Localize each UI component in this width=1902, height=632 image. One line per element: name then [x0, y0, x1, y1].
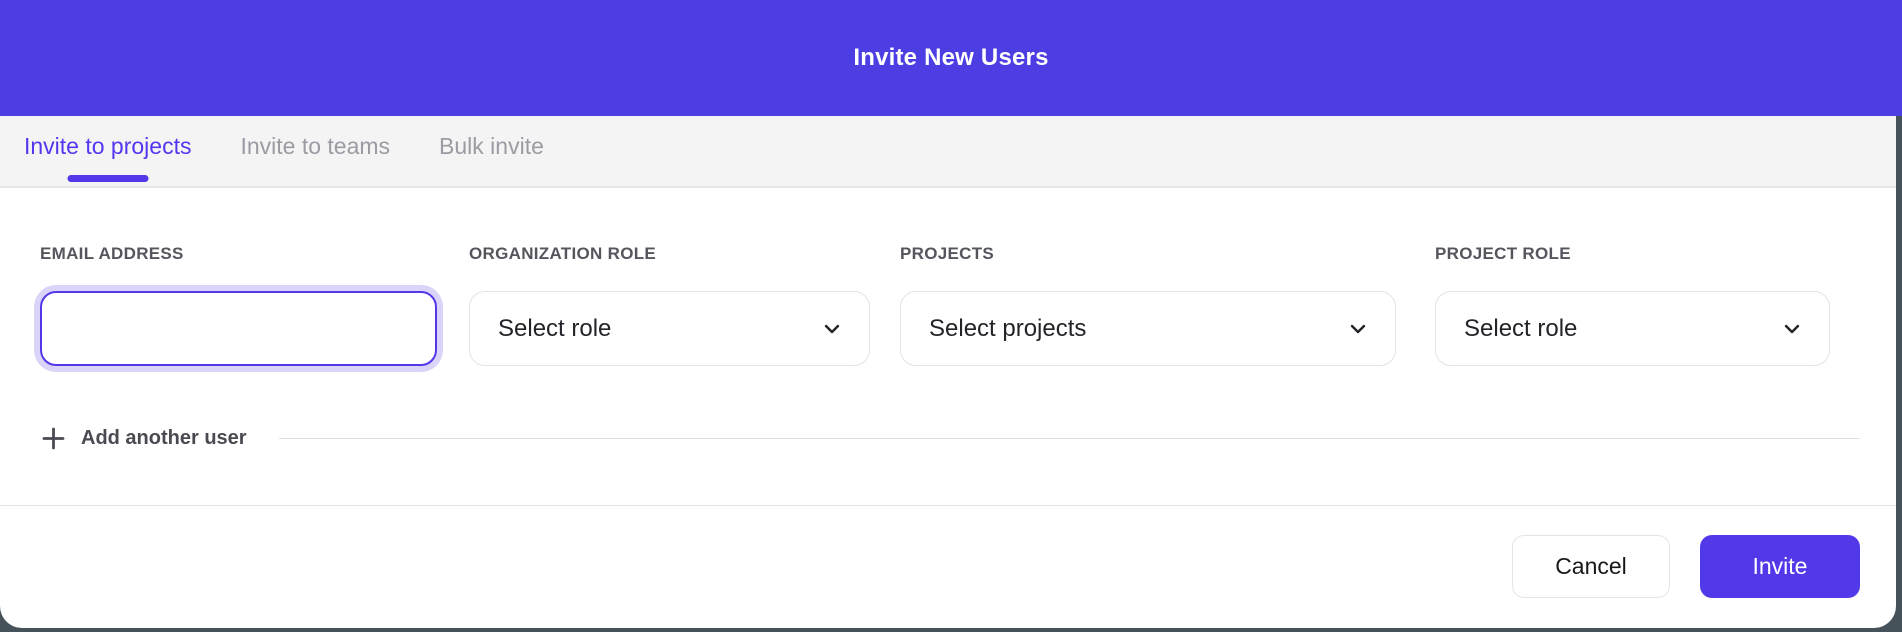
- add-user-divider: [279, 438, 1860, 439]
- chevron-down-icon: [821, 318, 843, 340]
- tab-invite-to-teams[interactable]: Invite to teams: [240, 133, 390, 170]
- email-address-field-group: EMAIL ADDRESS: [40, 244, 437, 366]
- project-role-select[interactable]: Select role: [1435, 291, 1830, 366]
- organization-role-selected-value: Select role: [498, 315, 611, 343]
- footer-divider: [0, 505, 1896, 506]
- tab-label: Bulk invite: [439, 133, 544, 159]
- dialog-title: Invite New Users: [853, 44, 1048, 72]
- cancel-button-label: Cancel: [1555, 553, 1627, 580]
- email-address-label: EMAIL ADDRESS: [40, 244, 437, 264]
- cancel-button[interactable]: Cancel: [1512, 535, 1670, 598]
- email-address-input[interactable]: [40, 291, 437, 366]
- projects-field-group: PROJECTS Select projects: [900, 244, 1396, 366]
- tab-bar: Invite to projects Invite to teams Bulk …: [0, 116, 1896, 188]
- add-user-row: Add another user: [40, 421, 1860, 455]
- active-tab-indicator: [67, 175, 148, 182]
- project-role-label: PROJECT ROLE: [1435, 244, 1830, 264]
- invite-button[interactable]: Invite: [1700, 535, 1860, 598]
- add-another-user-button[interactable]: Add another user: [40, 425, 247, 452]
- organization-role-field-group: ORGANIZATION ROLE Select role: [469, 244, 870, 366]
- page-background: Invite to projects Invite to teams Bulk …: [0, 0, 1902, 632]
- chevron-down-icon: [1347, 318, 1369, 340]
- organization-role-label: ORGANIZATION ROLE: [469, 244, 870, 264]
- chevron-down-icon: [1781, 318, 1803, 340]
- dialog-header: Invite New Users: [0, 0, 1902, 116]
- invite-button-label: Invite: [1753, 553, 1808, 580]
- invite-dialog: Invite to projects Invite to teams Bulk …: [0, 116, 1896, 628]
- projects-label: PROJECTS: [900, 244, 1396, 264]
- add-another-user-label: Add another user: [81, 427, 247, 450]
- tab-label: Invite to teams: [240, 133, 390, 159]
- plus-icon: [40, 425, 67, 452]
- tab-label: Invite to projects: [24, 133, 191, 159]
- projects-select[interactable]: Select projects: [900, 291, 1396, 366]
- projects-selected-value: Select projects: [929, 315, 1086, 343]
- organization-role-select[interactable]: Select role: [469, 291, 870, 366]
- tab-bulk-invite[interactable]: Bulk invite: [439, 133, 544, 170]
- project-role-field-group: PROJECT ROLE Select role: [1435, 244, 1830, 366]
- tab-invite-to-projects[interactable]: Invite to projects: [24, 133, 191, 170]
- project-role-selected-value: Select role: [1464, 315, 1577, 343]
